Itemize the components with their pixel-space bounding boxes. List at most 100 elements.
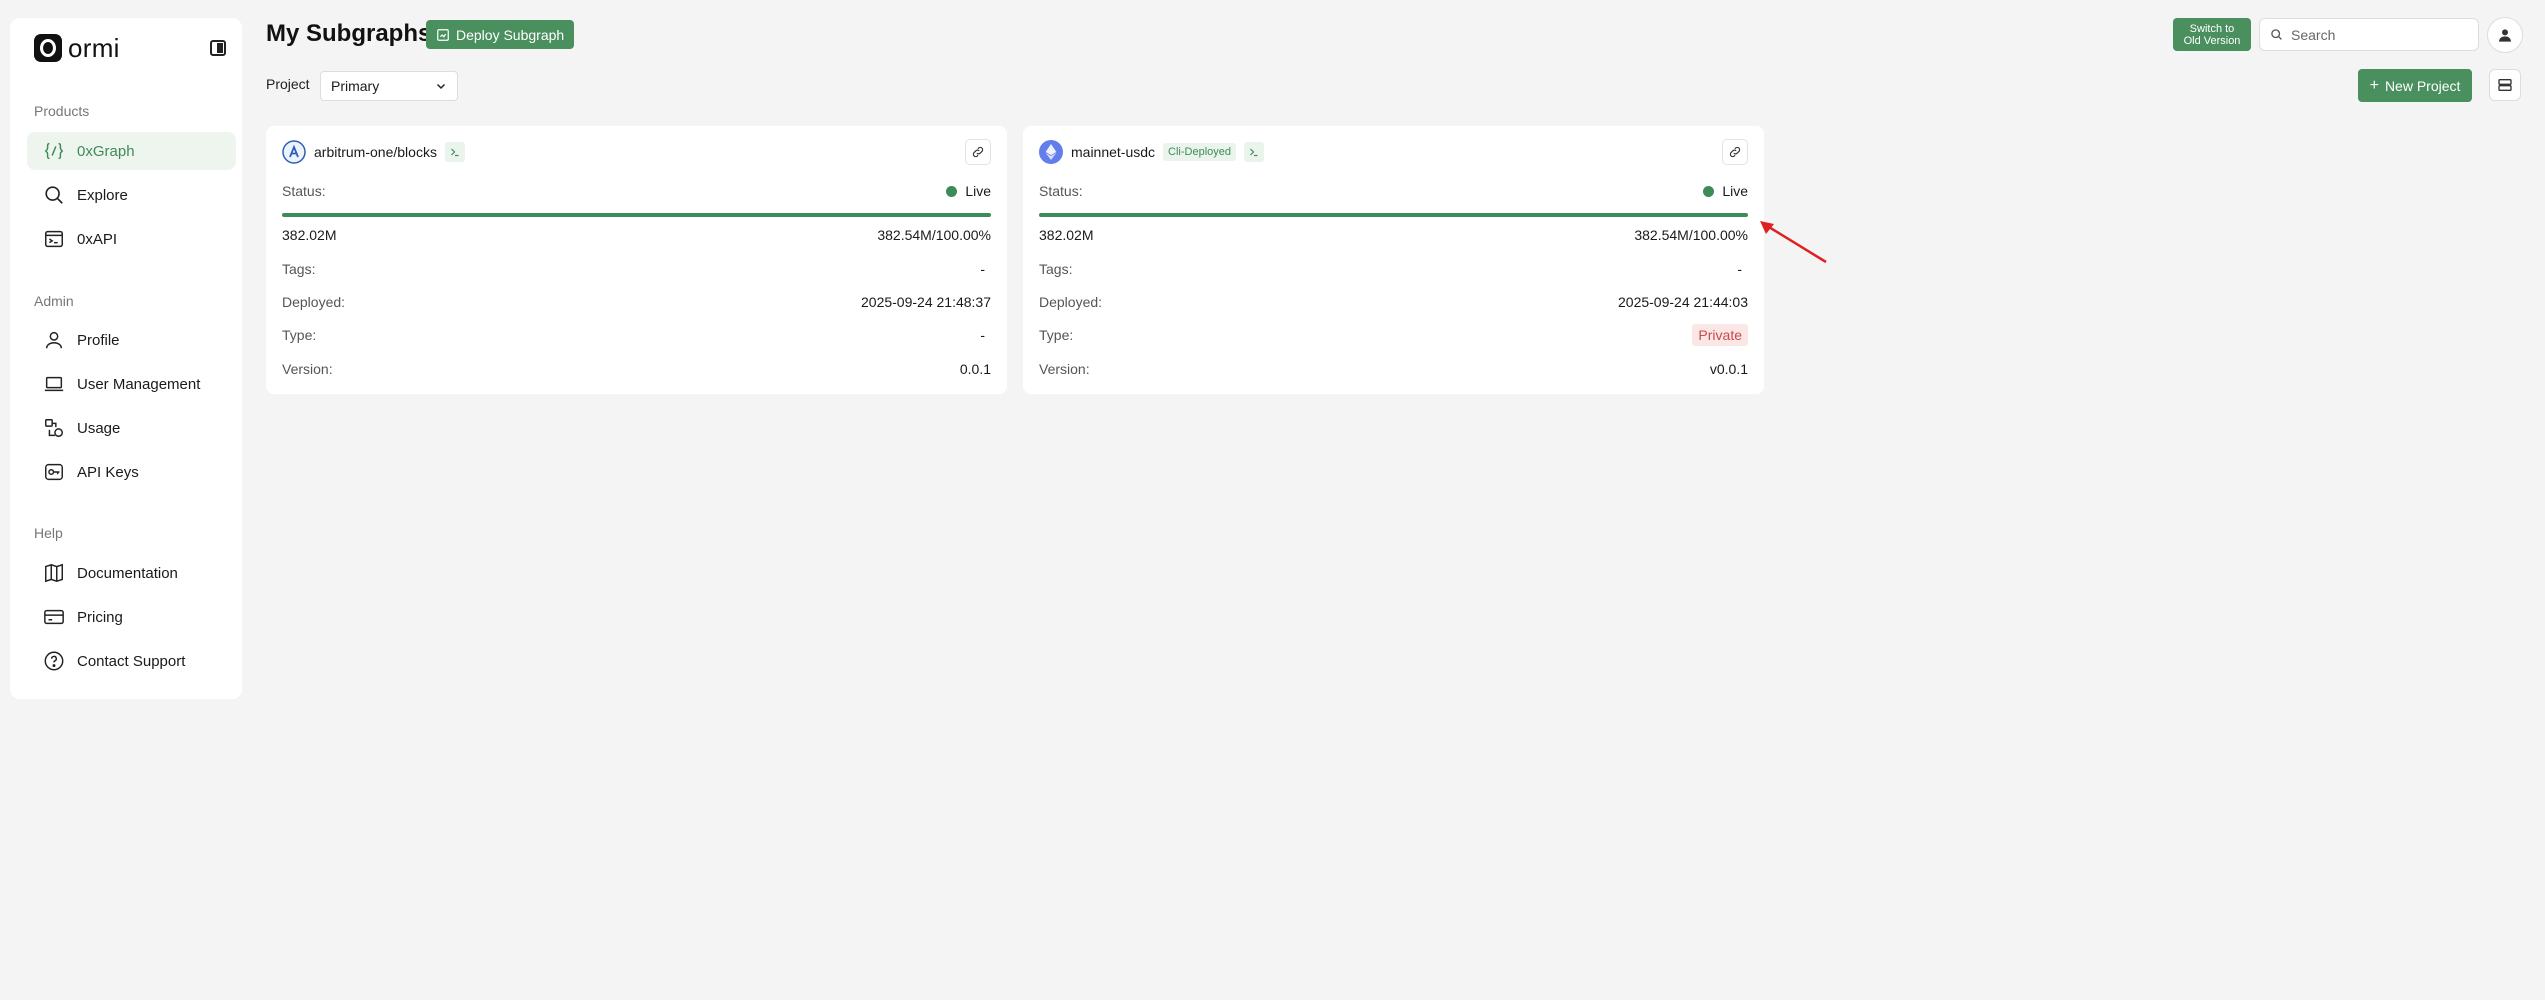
copy-link-button[interactable] <box>965 139 991 165</box>
sidebar-item-explore[interactable]: Explore <box>27 176 236 214</box>
project-select[interactable]: Primary <box>320 71 458 101</box>
deployed-value: 2025-09-24 21:44:03 <box>1618 294 1748 310</box>
status-value: Live <box>965 183 991 199</box>
version-value: v0.0.1 <box>1709 361 1748 377</box>
type-label: Type: <box>282 327 317 343</box>
type-row: Type: - <box>282 327 991 343</box>
subgraph-name[interactable]: arbitrum-one/blocks <box>314 144 437 160</box>
live-dot-icon <box>1703 185 1715 197</box>
deployed-row: Deployed: 2025-09-24 21:48:37 <box>282 294 991 310</box>
sidebar-item-contact-support[interactable]: Contact Support <box>27 642 236 680</box>
version-label: Version: <box>1039 361 1090 377</box>
sidebar-item-api-keys[interactable]: API Keys <box>27 453 236 491</box>
terminal-icon[interactable] <box>444 142 465 162</box>
new-project-button[interactable]: + New Project <box>2358 69 2472 102</box>
deploy-subgraph-label: Deploy Subgraph <box>456 26 565 43</box>
sidebar-item-user-management[interactable]: User Management <box>27 365 236 403</box>
tags-row: Tags: - <box>1039 261 1748 277</box>
sidebar-item-pricing[interactable]: Pricing <box>27 598 236 636</box>
sync-row: 382.02M 382.54M/100.00% <box>282 227 991 243</box>
current-block: 382.02M <box>282 227 337 243</box>
user-icon <box>43 329 65 351</box>
deployed-value: 2025-09-24 21:48:37 <box>861 294 991 310</box>
arbitrum-icon <box>282 140 306 164</box>
search-icon <box>43 184 65 206</box>
chevron-down-icon <box>436 83 446 90</box>
sidebar-item-label: Profile <box>77 331 120 349</box>
subgraph-card[interactable]: arbitrum-one/blocks Status: Live 382.02M… <box>266 126 1007 394</box>
version-row: Version: v0.0.1 <box>1039 361 1748 377</box>
version-row: Version: 0.0.1 <box>282 361 991 377</box>
tags-label: Tags: <box>1039 261 1073 277</box>
status-value: Live <box>1722 183 1748 199</box>
project-select-value: Primary <box>331 78 380 94</box>
sidebar-item-label: Explore <box>77 186 128 204</box>
terminal-icon[interactable] <box>1244 142 1265 162</box>
status-label: Status: <box>1039 183 1083 199</box>
list-layout-icon <box>2498 79 2512 91</box>
sync-row: 382.02M 382.54M/100.00% <box>1039 227 1748 243</box>
key-icon <box>43 461 65 483</box>
type-label: Type: <box>1039 327 1074 343</box>
status-row: Status: Live <box>282 183 991 199</box>
subgraph-card[interactable]: mainnet-usdc Cli-Deployed Status: Live 3… <box>1023 126 1764 394</box>
usage-icon <box>43 417 65 439</box>
project-label: Project <box>266 76 310 92</box>
switch-old-version-button[interactable]: Switch to Old Version <box>2173 18 2251 51</box>
search-icon <box>2271 29 2282 40</box>
sync-progress-fill <box>282 213 991 217</box>
deployed-label: Deployed: <box>282 294 346 310</box>
deployed-label: Deployed: <box>1039 294 1103 310</box>
tags-row: Tags: - <box>282 261 991 277</box>
sync-progress-bar <box>1039 213 1748 217</box>
page-title: My Subgraphs <box>266 20 432 47</box>
version-value: 0.0.1 <box>959 361 991 377</box>
sidebar-item-documentation[interactable]: Documentation <box>27 554 236 592</box>
sidebar-item-0xapi[interactable]: 0xAPI <box>27 220 236 258</box>
search-box[interactable] <box>2259 18 2479 51</box>
copy-link-button[interactable] <box>1722 139 1748 165</box>
section-admin: Admin <box>34 293 74 309</box>
terminal-window-icon <box>43 228 65 250</box>
sidebar-item-label: 0xGraph <box>77 142 135 160</box>
sidebar-item-profile[interactable]: Profile <box>27 321 236 359</box>
sidebar-item-label: Pricing <box>77 608 123 626</box>
section-help: Help <box>34 525 63 541</box>
cli-deployed-badge: Cli-Deployed <box>1163 143 1237 161</box>
logo[interactable]: ormi <box>34 32 120 63</box>
sync-progress-bar <box>282 213 991 217</box>
logo-text: ormi <box>68 32 120 63</box>
version-label: Version: <box>282 361 333 377</box>
deployed-row: Deployed: 2025-09-24 21:44:03 <box>1039 294 1748 310</box>
sidebar-item-label: Documentation <box>77 564 178 582</box>
search-input[interactable] <box>2291 26 2461 43</box>
sidebar-item-0xgraph[interactable]: 0xGraph <box>27 132 236 170</box>
book-icon <box>43 562 65 584</box>
total-block: 382.54M/100.00% <box>877 227 991 243</box>
layout-toggle-button[interactable] <box>2489 69 2521 101</box>
deploy-icon <box>437 28 449 41</box>
tags-label: Tags: <box>282 261 316 277</box>
deploy-subgraph-button[interactable]: Deploy Subgraph <box>426 20 575 49</box>
sync-progress-fill <box>1039 213 1748 217</box>
credit-card-icon <box>43 606 65 628</box>
sidebar-collapse-icon[interactable] <box>210 40 226 56</box>
avatar[interactable] <box>2487 17 2523 53</box>
total-block: 382.54M/100.00% <box>1634 227 1748 243</box>
sidebar-item-label: Contact Support <box>77 652 186 670</box>
plus-icon: + <box>2369 76 2379 94</box>
logo-mark-icon <box>34 34 62 62</box>
sidebar-item-usage[interactable]: Usage <box>27 409 236 447</box>
status-row: Status: Live <box>1039 183 1748 199</box>
ethereum-icon <box>1039 140 1063 164</box>
annotation-arrow-icon <box>1760 221 1827 264</box>
sidebar: ormi Products 0xGraph Explore 0xAPI Admi… <box>10 18 242 699</box>
help-circle-icon <box>43 650 65 672</box>
type-value: - <box>980 327 985 343</box>
sidebar-item-label: Usage <box>77 419 121 437</box>
sidebar-item-label: User Management <box>77 375 201 393</box>
tags-value: - <box>1737 261 1742 277</box>
current-block: 382.02M <box>1039 227 1094 243</box>
status-label: Status: <box>282 183 326 199</box>
subgraph-name[interactable]: mainnet-usdc <box>1071 144 1155 160</box>
